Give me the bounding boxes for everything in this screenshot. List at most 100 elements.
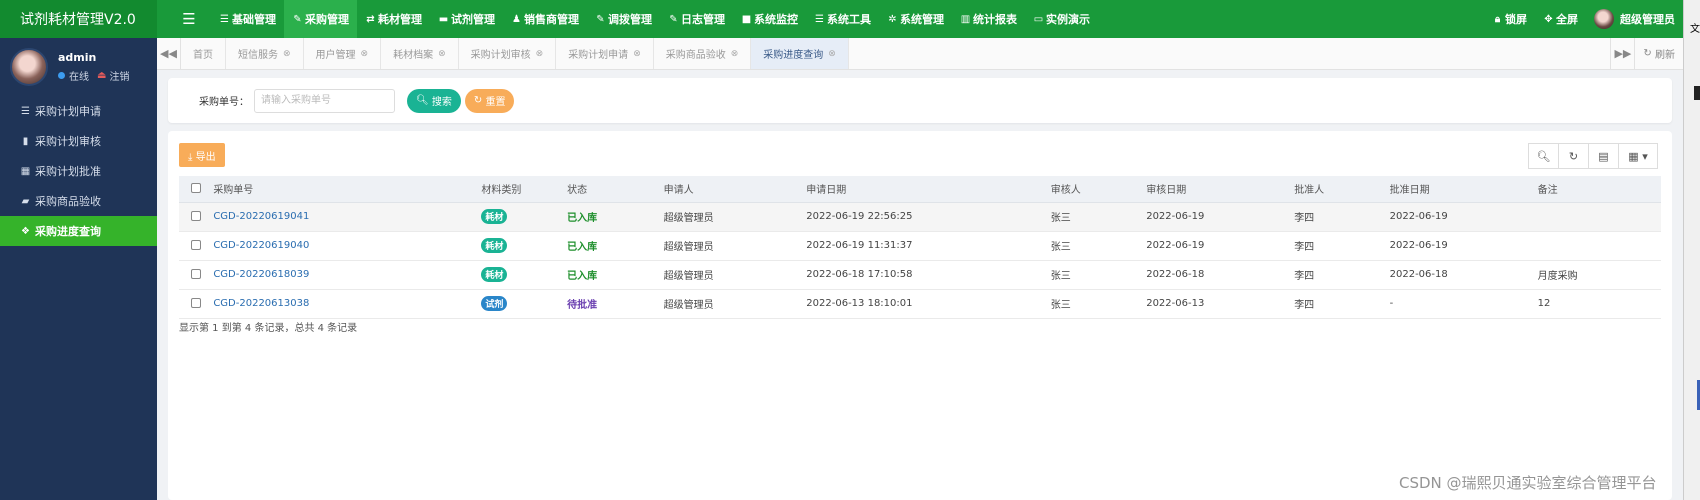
sidebar-item[interactable]: ☰ 采购计划申请 xyxy=(0,96,157,126)
column-header[interactable]: 采购单号 xyxy=(213,176,482,203)
toggle-view-button[interactable]: ▤ xyxy=(1588,143,1619,169)
top-menu-item[interactable]: ✲ 系统管理 xyxy=(879,0,952,38)
table-row[interactable]: CGD-20220618039 耗材 已入库 超级管理员 2022-06-18 17:1… xyxy=(179,260,1661,290)
order-cell: CGD-20220618039 xyxy=(213,260,482,290)
close-icon[interactable]: ⊗ xyxy=(536,49,544,59)
approve-date-cell: 2022-06-19 xyxy=(1389,231,1538,261)
order-number-link[interactable]: CGD-20220618039 xyxy=(213,269,309,280)
column-header[interactable]: 申请日期 xyxy=(806,176,1051,203)
top-menu-item[interactable]: ♟ 销售商管理 xyxy=(503,0,587,38)
refresh-tab-button[interactable]: ↻ 刷新 xyxy=(1634,38,1683,69)
category-cell: 耗材 xyxy=(481,260,568,290)
refresh-icon: ↻ xyxy=(473,95,483,106)
avatar[interactable] xyxy=(10,48,48,86)
top-menu-item[interactable]: ✎ 日志管理 xyxy=(660,0,733,38)
sidebar-item[interactable]: ▦ 采购计划批准 xyxy=(0,156,157,186)
top-menu-label: 基础管理 xyxy=(232,13,276,26)
export-button[interactable]: ⤓ 导出 xyxy=(179,143,225,167)
top-menu-label: 调拨管理 xyxy=(608,13,652,26)
top-menu-label: 实例演示 xyxy=(1046,13,1090,26)
search-button[interactable]: 🔍︎ 搜索 xyxy=(407,88,461,113)
sidebar-item-label: 采购计划申请 xyxy=(35,105,101,118)
top-menu-item[interactable]: ■ 系统监控 xyxy=(733,0,806,38)
order-number-link[interactable]: CGD-20220619040 xyxy=(213,240,309,251)
top-menu-label: 耗材管理 xyxy=(378,13,422,26)
row-checkbox[interactable] xyxy=(191,240,202,250)
tabs-scroll-left-icon[interactable]: ◀◀ xyxy=(157,38,181,69)
page-tab[interactable]: 首页 xyxy=(181,38,226,69)
order-number-link[interactable]: CGD-20220619041 xyxy=(213,211,309,222)
status-cell: 已入库 xyxy=(567,260,664,290)
column-header[interactable]: 批准人 xyxy=(1294,176,1390,203)
row-checkbox[interactable] xyxy=(191,211,202,221)
page-tab[interactable]: 采购计划审核 ⊗ xyxy=(459,38,557,69)
close-icon[interactable]: ⊗ xyxy=(283,49,291,59)
refresh-table-button[interactable]: ↻ xyxy=(1558,143,1589,169)
sidebar-item[interactable]: ❖ 采购进度查询 xyxy=(0,216,157,246)
exchange-icon: ⇄ xyxy=(366,13,375,25)
table-row[interactable]: CGD-20220619040 耗材 已入库 超级管理员 2022-06-19 11:3… xyxy=(179,231,1661,261)
search-icon: 🔍︎ xyxy=(416,95,429,106)
sidebar-item[interactable]: ▰ 采购商品验收 xyxy=(0,186,157,216)
page-tab[interactable]: 采购计划申请 ⊗ xyxy=(556,38,654,69)
top-menu-item[interactable]: ✎ 调拨管理 xyxy=(587,0,660,38)
select-all-checkbox[interactable] xyxy=(191,183,202,194)
column-header[interactable]: 备注 xyxy=(1537,176,1661,203)
order-cell: CGD-20220619041 xyxy=(213,202,482,232)
page-tab[interactable]: 短信服务 ⊗ xyxy=(226,38,304,69)
column-header[interactable]: 申请人 xyxy=(663,176,807,203)
row-select-cell xyxy=(179,289,214,319)
top-menu-item[interactable]: ▭ 实例演示 xyxy=(1025,0,1098,38)
close-icon[interactable]: ⊗ xyxy=(828,49,836,59)
column-header[interactable]: 材料类别 xyxy=(481,176,568,203)
search-button-label: 搜索 xyxy=(431,97,452,108)
logout-icon[interactable]: ⏏ xyxy=(97,70,106,81)
row-checkbox[interactable] xyxy=(191,269,202,279)
column-header[interactable]: 批准日期 xyxy=(1389,176,1538,203)
top-menu-item[interactable]: ✎ 采购管理 xyxy=(284,0,357,38)
status-cell: 已入库 xyxy=(567,231,664,261)
close-icon[interactable]: ⊗ xyxy=(361,49,369,59)
top-menu-item[interactable]: ☰ 系统工具 xyxy=(806,0,879,38)
column-header[interactable]: 审核日期 xyxy=(1146,176,1295,203)
applicant-cell: 超级管理员 xyxy=(663,289,807,319)
user-menu-name: 超级管理员 xyxy=(1620,13,1675,26)
column-header[interactable]: 审核人 xyxy=(1050,176,1147,203)
page-tab[interactable]: 采购商品验收 ⊗ xyxy=(654,38,752,69)
online-label: 在线 xyxy=(69,72,89,83)
table-tools: 🔍︎ ↻ ▤ ▦ ▾ xyxy=(1528,143,1658,169)
status-cell: 待批准 xyxy=(567,289,664,319)
top-menu-item[interactable]: ▬ 试剂管理 xyxy=(430,0,503,38)
close-icon[interactable]: ⊗ xyxy=(633,49,641,59)
top-menu-item[interactable]: ☰ 基础管理 xyxy=(211,0,284,38)
toggle-search-button[interactable]: 🔍︎ xyxy=(1528,143,1559,169)
menu-toggle-icon[interactable]: ☰ xyxy=(175,10,203,28)
reset-button[interactable]: ↻ 重置 xyxy=(464,88,515,113)
tab-label: 采购进度查询 xyxy=(763,50,824,61)
user-panel: admin 在线 ⏏ 注销 xyxy=(0,38,157,96)
top-menu-label: 系统监控 xyxy=(754,13,798,26)
sidebar-item[interactable]: ▮ 采购计划审核 xyxy=(0,126,157,156)
top-menu-item[interactable]: ▥ 统计报表 xyxy=(952,0,1025,38)
tabs-scroll-right-icon[interactable]: ▶▶ xyxy=(1610,38,1634,69)
top-menu-item[interactable]: ⇄ 耗材管理 xyxy=(357,0,430,38)
lock-screen-button[interactable]: 🔒︎ 锁屏 xyxy=(1484,0,1535,38)
row-checkbox[interactable] xyxy=(191,298,202,308)
user-menu[interactable]: 超级管理员 xyxy=(1586,0,1683,38)
table-row[interactable]: CGD-20220619041 耗材 已入库 超级管理员 2022-06-19 22:5… xyxy=(179,202,1661,232)
page-tab[interactable]: 采购进度查询 ⊗ xyxy=(751,38,849,69)
close-icon[interactable]: ⊗ xyxy=(731,49,739,59)
order-number-link[interactable]: CGD-20220613038 xyxy=(213,298,309,309)
columns-button[interactable]: ▦ ▾ xyxy=(1618,143,1658,169)
table-row[interactable]: CGD-20220613038 试剂 待批准 超级管理员 2022-06-13 18:1… xyxy=(179,289,1661,319)
fullscreen-button[interactable]: ✥ 全屏 xyxy=(1535,0,1586,38)
close-icon[interactable]: ⊗ xyxy=(438,49,446,59)
page-tab[interactable]: 用户管理 ⊗ xyxy=(304,38,382,69)
logout-link[interactable]: 注销 xyxy=(109,68,129,83)
column-header[interactable]: 状态 xyxy=(567,176,664,203)
order-number-input[interactable] xyxy=(254,88,395,113)
tabs-bar: ◀◀ 首页 短信服务 ⊗ 用户管理 ⊗ 耗材档案 ⊗ 采购计划审核 ⊗ 采购计划申请 ⊗ 采购商品验收… xyxy=(157,38,1683,70)
page-tab[interactable]: 耗材档案 ⊗ xyxy=(381,38,459,69)
export-label: 导出 xyxy=(195,151,216,163)
app-title: 试剂耗材管理V2.0 xyxy=(0,0,157,38)
